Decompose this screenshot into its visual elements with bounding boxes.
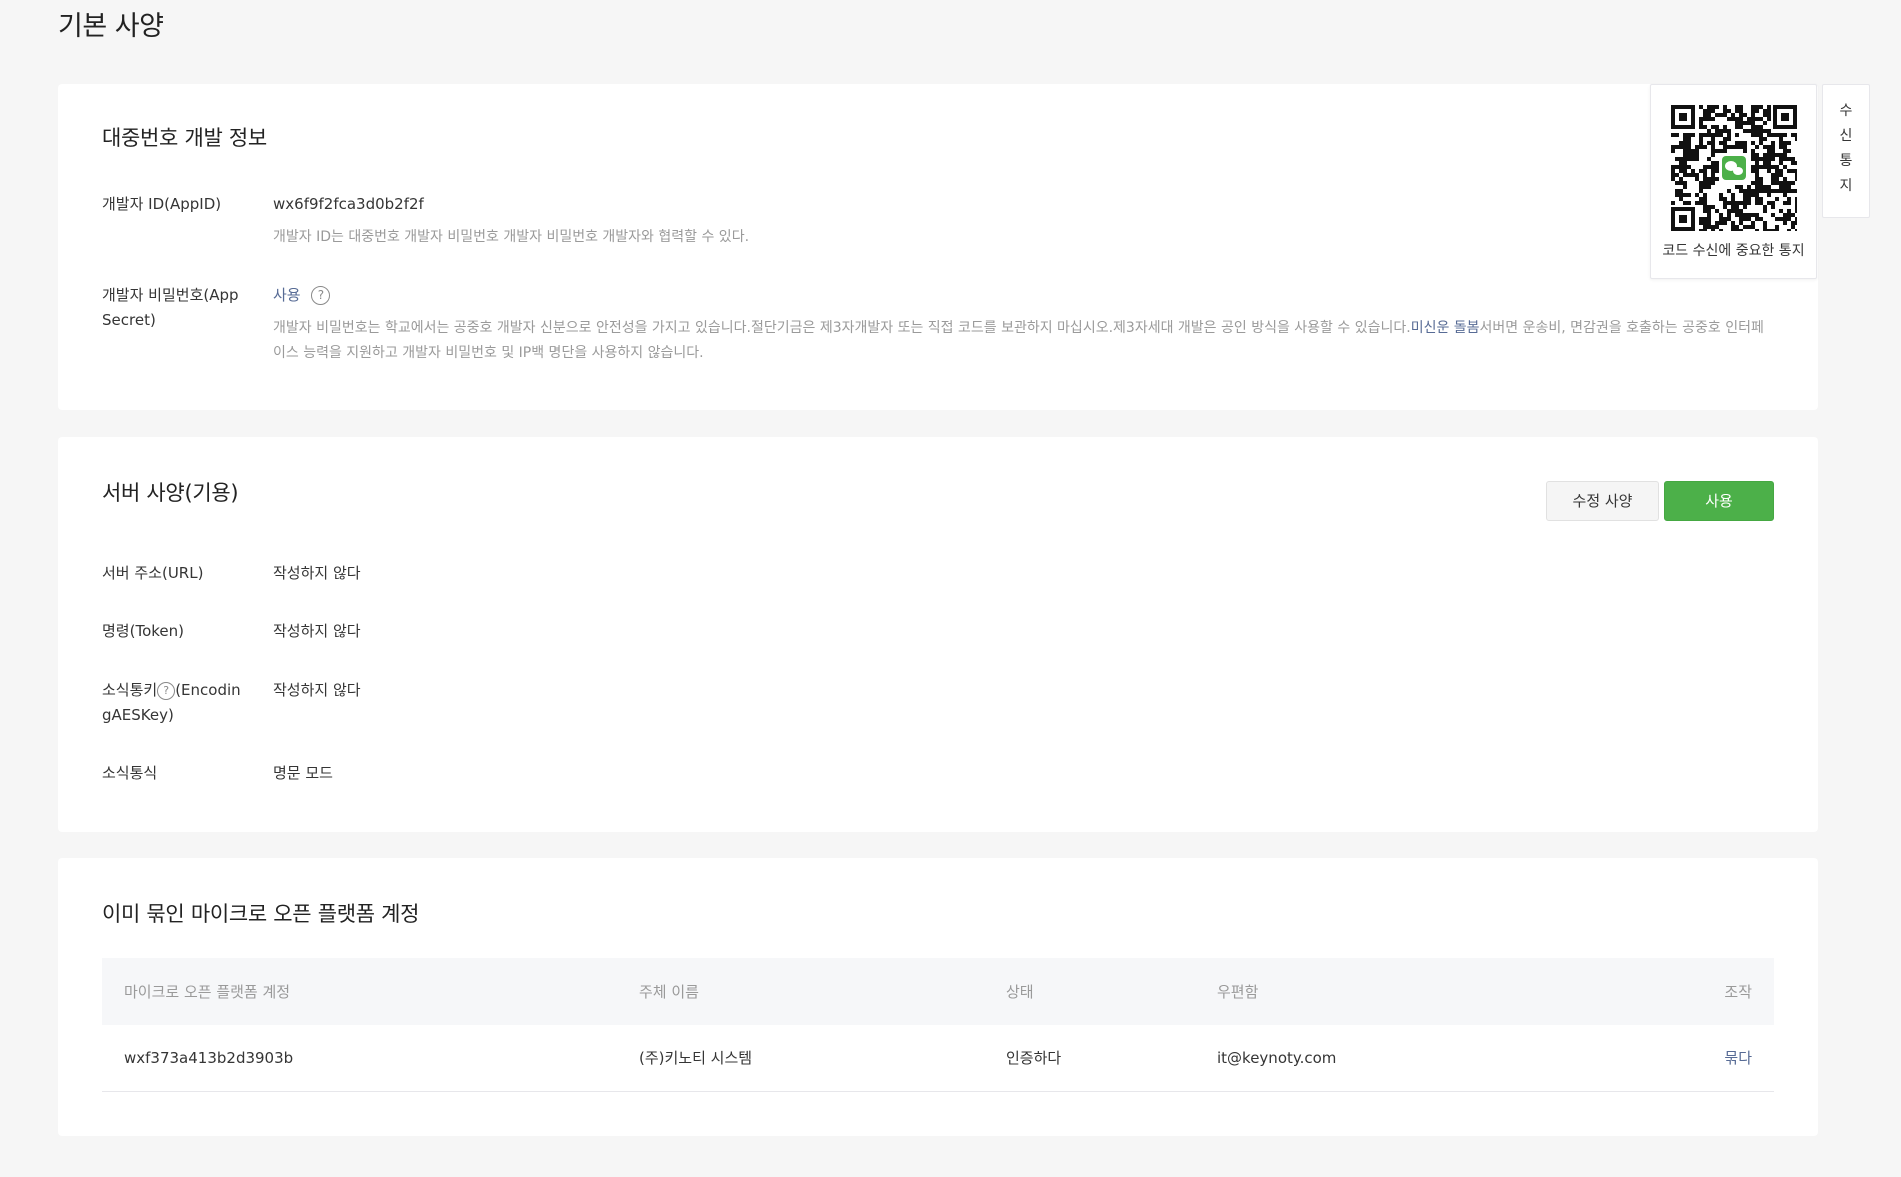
subject-cell: (주)키노티 시스템	[639, 1049, 753, 1068]
qr-caption: 코드 수신에 중요한 통지	[1662, 243, 1805, 259]
email-cell: it@keynoty.com	[1217, 1048, 1337, 1067]
col-action: 조작	[1724, 983, 1752, 1001]
aes-key-label-text: 소식통키	[102, 681, 158, 699]
secret-desc-text: 개발자 비밀번호는 학교에서는 공중호 개발자 신분으로 안전성을 가지고 있습…	[273, 320, 1411, 336]
server-config-title: 서버 사양(기용)	[102, 481, 239, 505]
secret-action-group: 사용 ?	[273, 283, 331, 308]
account-cell: wxf373a413b2d3903b	[124, 1048, 294, 1067]
bound-accounts-table: 마이크로 오픈 플랫폼 계정 주체 이름 상태 우편함 조작 wxf373a41…	[102, 958, 1774, 1092]
bound-accounts-card: 이미 묶인 마이크로 오픈 플랫폼 계정 마이크로 오픈 플랫폼 계정 주체 이…	[58, 858, 1818, 1136]
appid-label: 개발자 ID(AppID)	[102, 195, 222, 213]
aes-key-value: 작성하지 않다	[273, 681, 361, 699]
qr-popup: 코드 수신에 중요한 통지	[1650, 84, 1817, 279]
secret-label: 개발자 비밀번호(App Secret)	[102, 286, 239, 329]
token-label: 명령(Token)	[102, 622, 184, 640]
dev-info-card: 대중번호 개발 정보 개발자 ID(AppID) wx6f9f2fca3d0b2…	[58, 84, 1818, 410]
token-value: 작성하지 않다	[273, 622, 361, 640]
col-subject: 주체 이름	[639, 983, 699, 1001]
side-tab-char: 수	[1839, 103, 1853, 119]
aes-key-label: 소식통키? (EncodingAESKey)	[102, 678, 242, 728]
table-row: wxf373a413b2d3903b (주)키노티 시스템 인증하다 it@ke…	[102, 1025, 1774, 1091]
message-mode-label: 소식통식	[102, 764, 158, 782]
side-notice-tab[interactable]: 수 신 통 지	[1822, 84, 1870, 218]
dev-info-title: 대중번호 개발 정보	[102, 126, 267, 150]
col-email: 우편함	[1217, 983, 1259, 1001]
status-cell: 인증하다	[1006, 1049, 1062, 1068]
secret-desc: 개발자 비밀번호는 학교에서는 공중호 개발자 신분으로 안전성을 가지고 있습…	[273, 316, 1773, 366]
side-tab-char: 통	[1839, 153, 1853, 169]
message-mode-value: 명문 모드	[273, 764, 333, 782]
secret-desc-link[interactable]: 미신운 돌봄	[1411, 320, 1480, 336]
side-tab-char: 지	[1839, 178, 1853, 194]
edit-config-button[interactable]: 수정 사양	[1546, 481, 1659, 521]
bind-link[interactable]: 묶다	[1724, 1049, 1752, 1067]
enable-button[interactable]: 사용	[1664, 481, 1774, 521]
server-url-label: 서버 주소(URL)	[102, 564, 204, 582]
col-account: 마이크로 오픈 플랫폼 계정	[124, 983, 291, 1001]
page-title: 기본 사양	[58, 11, 164, 42]
secret-enable-link[interactable]: 사용	[273, 286, 301, 304]
qr-code	[1671, 105, 1797, 231]
help-icon[interactable]: ?	[311, 286, 331, 305]
col-status: 상태	[1006, 983, 1034, 1001]
appid-desc: 개발자 ID는 대중번호 개발자 비밀번호 개발자 비밀번호 개발자와 협력할 …	[273, 229, 750, 245]
table-header-row: 마이크로 오픈 플랫폼 계정 주체 이름 상태 우편함 조작	[102, 958, 1774, 1025]
appid-value: wx6f9f2fca3d0b2f2f	[273, 195, 424, 213]
action-cell: 묶다	[1611, 1025, 1774, 1091]
help-icon[interactable]: ?	[157, 681, 176, 700]
side-tab-char: 신	[1839, 128, 1853, 144]
server-url-value: 작성하지 않다	[273, 564, 361, 582]
server-config-card: 서버 사양(기용) 수정 사양 사용 서버 주소(URL) 작성하지 않다 명령…	[58, 437, 1818, 832]
bound-accounts-title: 이미 묶인 마이크로 오픈 플랫폼 계정	[102, 902, 420, 926]
